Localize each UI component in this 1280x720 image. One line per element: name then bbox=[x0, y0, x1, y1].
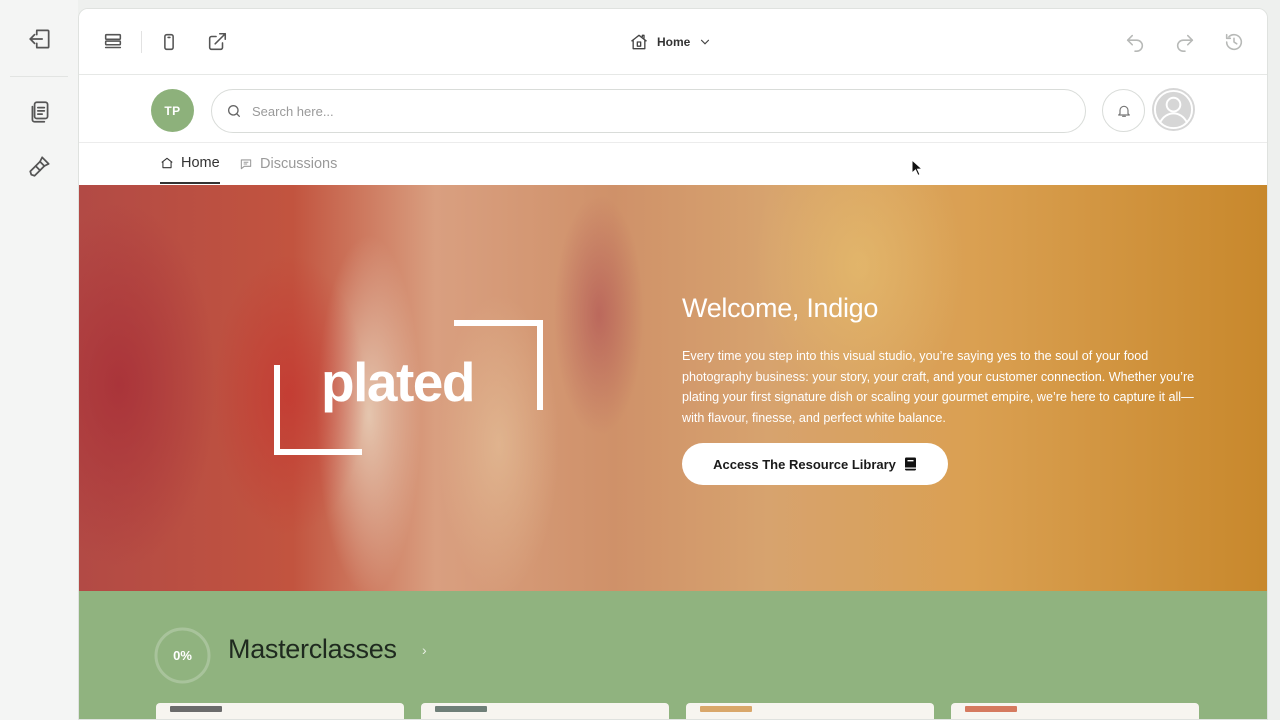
hero-banner: plated Welcome, Indigo Every time you st… bbox=[79, 185, 1267, 591]
user-avatar[interactable] bbox=[1152, 88, 1195, 131]
bell-icon bbox=[1117, 105, 1130, 117]
course-card-thumbnail bbox=[700, 706, 752, 712]
toolbar-divider bbox=[141, 31, 142, 53]
pages-icon[interactable] bbox=[24, 96, 56, 128]
undo-icon[interactable] bbox=[1122, 29, 1148, 55]
resource-library-button[interactable]: Access The Resource Library bbox=[682, 443, 948, 485]
search-icon bbox=[228, 105, 240, 117]
chevron-down-icon bbox=[701, 39, 710, 45]
course-card-thumbnail bbox=[170, 706, 222, 712]
page-selector-label: Home bbox=[657, 35, 691, 49]
external-link-icon[interactable] bbox=[204, 29, 230, 55]
search-input[interactable] bbox=[252, 103, 1032, 119]
preview-frame: Home TP Home bbox=[78, 8, 1268, 720]
search-bar[interactable] bbox=[211, 89, 1086, 133]
rail-divider bbox=[10, 76, 68, 77]
masterclasses-title[interactable]: Masterclasses bbox=[228, 634, 397, 665]
editor-toolbar: Home bbox=[79, 9, 1267, 75]
course-card[interactable] bbox=[156, 703, 404, 719]
home-icon bbox=[161, 157, 173, 168]
resource-library-label: Access The Resource Library bbox=[713, 456, 896, 472]
course-card-thumbnail bbox=[965, 706, 1017, 712]
welcome-body: Every time you step into this visual stu… bbox=[682, 349, 1195, 425]
exit-icon[interactable] bbox=[24, 23, 56, 55]
notifications-button[interactable] bbox=[1102, 89, 1145, 132]
user-icon bbox=[1153, 89, 1194, 130]
tab-discussions-label: Discussions bbox=[260, 156, 338, 172]
course-card[interactable] bbox=[421, 703, 669, 719]
portal-nav: Home Discussions bbox=[79, 143, 1267, 185]
course-card[interactable] bbox=[686, 703, 934, 719]
course-card-thumbnail bbox=[435, 706, 487, 712]
page-selector[interactable]: Home bbox=[629, 30, 712, 54]
mobile-preview-icon[interactable] bbox=[156, 29, 182, 55]
tab-home[interactable]: Home bbox=[160, 143, 220, 184]
redo-icon[interactable] bbox=[1172, 29, 1198, 55]
book-icon bbox=[904, 457, 916, 471]
layout-icon[interactable] bbox=[100, 29, 126, 55]
brand-avatar[interactable]: TP bbox=[151, 89, 194, 132]
chat-icon bbox=[240, 159, 252, 170]
history-icon[interactable] bbox=[1221, 29, 1247, 55]
masterclasses-section: 0% Masterclasses › bbox=[79, 591, 1267, 719]
logo-wordmark: plated bbox=[321, 351, 475, 413]
chevron-right-icon[interactable]: › bbox=[422, 642, 427, 658]
brush-icon[interactable] bbox=[24, 150, 56, 182]
tab-home-label: Home bbox=[181, 154, 220, 171]
tab-discussions[interactable]: Discussions bbox=[239, 143, 337, 185]
course-card[interactable] bbox=[951, 703, 1199, 719]
mouse-cursor-icon bbox=[911, 159, 923, 177]
welcome-heading: Welcome, Indigo bbox=[682, 293, 879, 323]
portal-header: TP bbox=[79, 75, 1267, 143]
plated-logo: plated bbox=[274, 320, 544, 456]
editor-side-rail bbox=[0, 0, 78, 720]
progress-percent: 0% bbox=[173, 648, 192, 663]
home-icon bbox=[631, 34, 647, 50]
